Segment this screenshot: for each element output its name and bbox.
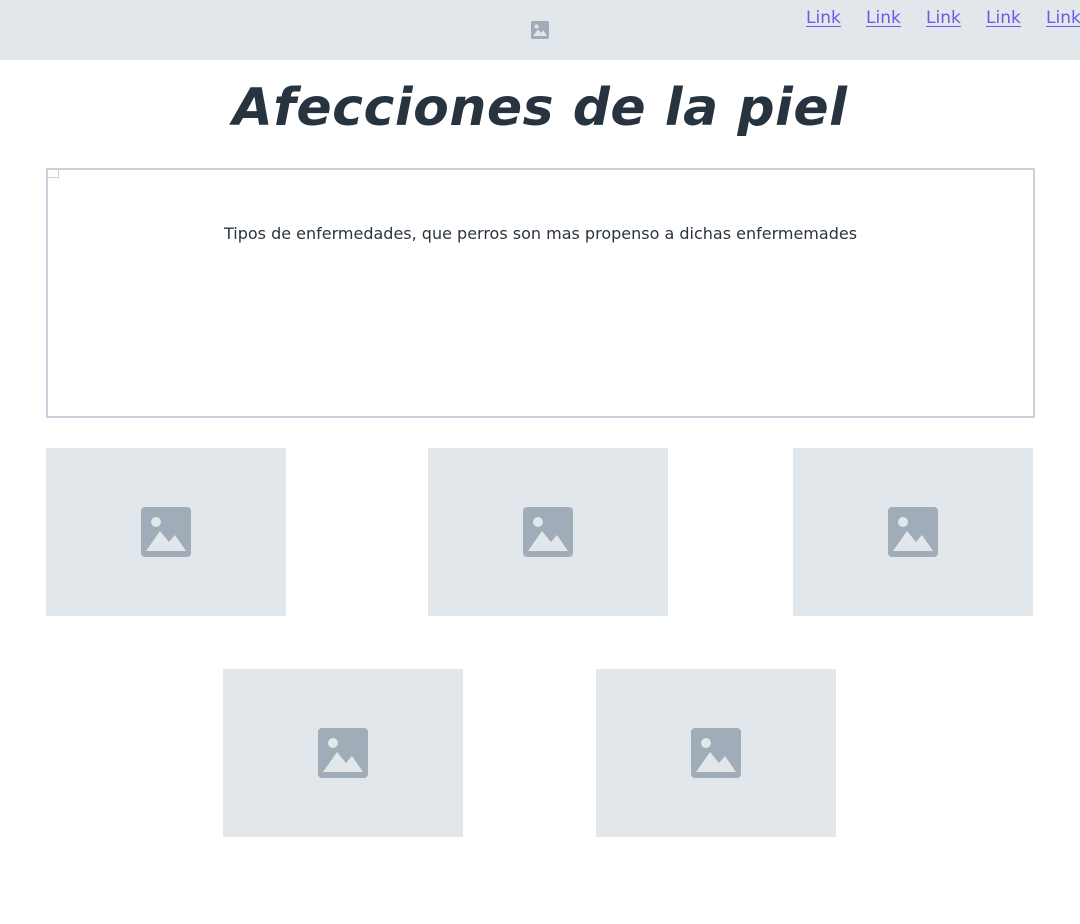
nav-link-3[interactable]: Link bbox=[926, 8, 961, 28]
image-placeholder-4 bbox=[223, 669, 463, 837]
image-icon bbox=[691, 728, 741, 778]
page-title: Afecciones de la piel bbox=[232, 78, 848, 138]
image-placeholder-3 bbox=[793, 448, 1033, 616]
description-text: Tipos de enfermedades, que perros son ma… bbox=[223, 224, 858, 243]
nav-link-5[interactable]: Link bbox=[1046, 8, 1080, 28]
image-placeholder-1 bbox=[46, 448, 286, 616]
image-icon[interactable] bbox=[530, 20, 550, 40]
image-placeholder-5 bbox=[596, 669, 836, 837]
image-icon bbox=[523, 507, 573, 557]
image-icon bbox=[141, 507, 191, 557]
nav-link-2[interactable]: Link bbox=[866, 8, 901, 28]
image-icon bbox=[318, 728, 368, 778]
image-icon bbox=[888, 507, 938, 557]
nav-link-4[interactable]: Link bbox=[986, 8, 1021, 28]
nav-link-1[interactable]: Link bbox=[806, 8, 841, 28]
top-navbar: Link Link Link Link Link bbox=[0, 0, 1080, 60]
image-placeholder-2 bbox=[428, 448, 668, 616]
description-box: Tipos de enfermedades, que perros son ma… bbox=[46, 168, 1035, 418]
resize-handle bbox=[48, 170, 59, 178]
